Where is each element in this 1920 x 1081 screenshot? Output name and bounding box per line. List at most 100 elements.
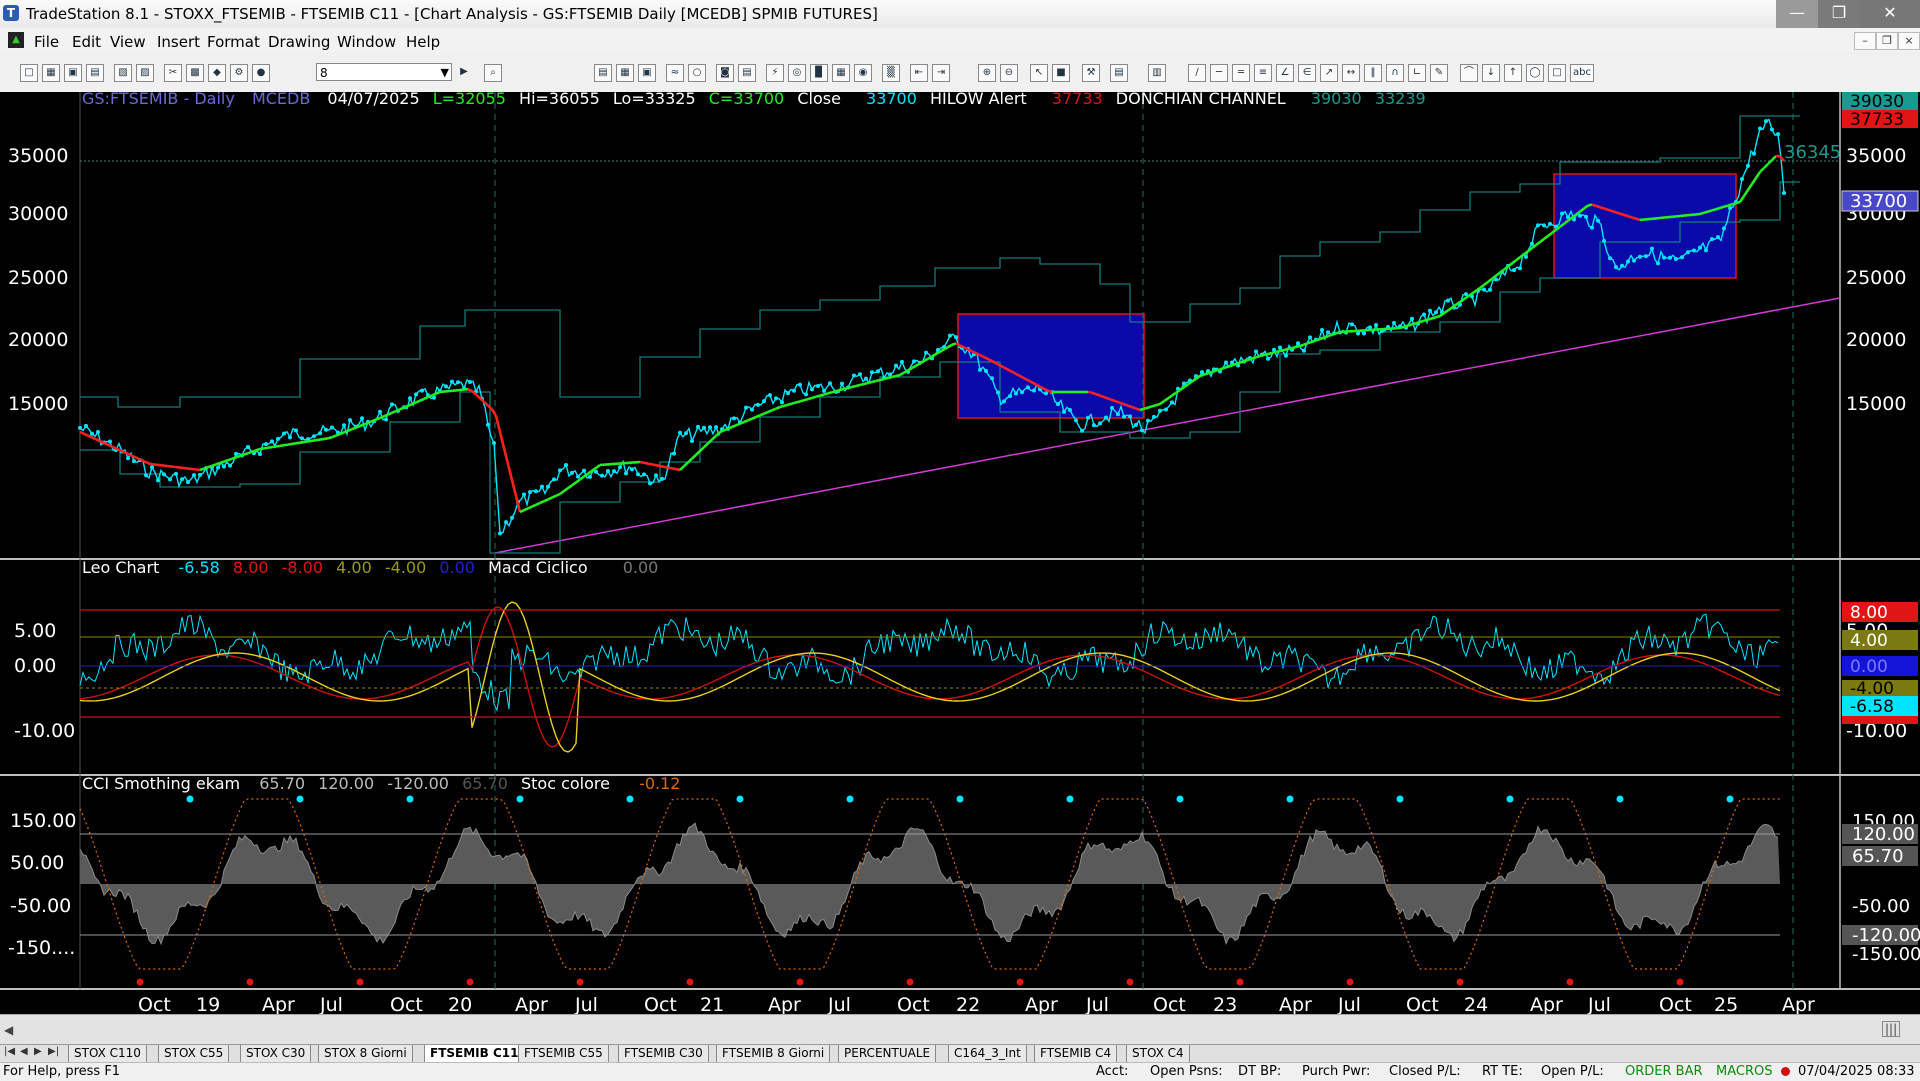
- channel-icon[interactable]: ═: [1232, 64, 1250, 82]
- order-bar-button[interactable]: ORDER BAR: [1625, 1063, 1703, 1081]
- tab-prev-icon[interactable]: ◀: [20, 1046, 28, 1057]
- menu-insert[interactable]: Insert: [157, 33, 200, 51]
- fibonacci-icon[interactable]: ≡: [1254, 64, 1272, 82]
- menu-edit[interactable]: Edit: [72, 33, 101, 51]
- table-icon[interactable]: ▣: [638, 64, 656, 82]
- gann-icon[interactable]: ∠: [1276, 64, 1294, 82]
- zoom-in-icon[interactable]: ⊕: [978, 64, 996, 82]
- tab-ftsemib-8-giorni[interactable]: FTSEMIB 8 Giorni: [716, 1045, 830, 1062]
- chart-layout-icon[interactable]: ▤: [594, 64, 612, 82]
- cycle-icon[interactable]: ∩: [1386, 64, 1404, 82]
- extend-icon[interactable]: ↔: [1342, 64, 1360, 82]
- mdi-minimize-icon[interactable]: –: [1854, 32, 1876, 50]
- format-icon[interactable]: ▤: [1110, 64, 1128, 82]
- save-all-icon[interactable]: ▤: [86, 64, 104, 82]
- price-bar: [1134, 423, 1138, 427]
- pan-right-icon[interactable]: ⇥: [932, 64, 950, 82]
- new-icon[interactable]: □: [20, 64, 38, 82]
- tradestation-app-icon[interactable]: T: [3, 5, 19, 21]
- tab-ftsemib-c4[interactable]: FTSEMIB C4: [1034, 1045, 1117, 1062]
- window-icon[interactable]: ▤: [738, 64, 756, 82]
- price-bar: [360, 416, 364, 420]
- close-icon[interactable]: ✕: [1860, 0, 1920, 28]
- tab-stox-c55[interactable]: STOX C55: [158, 1045, 229, 1062]
- tab-stox-8-giorni[interactable]: STOX 8 Giorni: [318, 1045, 413, 1062]
- minimize-icon[interactable]: —: [1776, 0, 1818, 28]
- play-arrow-icon[interactable]: ▶: [456, 64, 472, 80]
- tab-next-icon[interactable]: ▶: [34, 1046, 42, 1057]
- print-preview-icon[interactable]: ▨: [136, 64, 154, 82]
- pencil-icon[interactable]: ✎: [1430, 64, 1448, 82]
- zoom-out-icon[interactable]: ⊖: [1000, 64, 1018, 82]
- macros-button[interactable]: MACROS: [1716, 1063, 1772, 1081]
- ellipse-icon[interactable]: ◯: [1526, 64, 1544, 82]
- cut-icon[interactable]: ✂: [164, 64, 182, 82]
- bar-chart-icon[interactable]: ▉: [810, 64, 828, 82]
- scanner-icon[interactable]: ◎: [788, 64, 806, 82]
- menu-file[interactable]: File: [34, 33, 59, 51]
- rectangle-icon[interactable]: □: [1548, 64, 1566, 82]
- menu-view[interactable]: View: [110, 33, 146, 51]
- tab-stox-c110[interactable]: STOX C110: [68, 1045, 147, 1062]
- tab-first-icon[interactable]: |◀: [4, 1046, 15, 1057]
- tab-last-icon[interactable]: ▶|: [48, 1046, 59, 1057]
- tool-icon[interactable]: ⚒: [1082, 64, 1100, 82]
- price-bar: [1128, 414, 1132, 418]
- mdi-close-icon[interactable]: ×: [1898, 32, 1920, 50]
- tab-ftsemib-c55[interactable]: FTSEMIB C55: [518, 1045, 609, 1062]
- chart-scrollbar[interactable]: ◀ |||: [0, 1014, 1920, 1045]
- data-window-icon[interactable]: ▥: [1148, 64, 1166, 82]
- pointer-icon[interactable]: ↖: [1030, 64, 1048, 82]
- chart-canvas[interactable]: 35000 30000 25000 20000 15000 35000 3000…: [0, 92, 1920, 1014]
- tab-ftsemib-c11[interactable]: FTSEMIB C11: [424, 1045, 524, 1062]
- arrow-up-icon[interactable]: ↑: [1504, 64, 1522, 82]
- open-icon[interactable]: ▦: [42, 64, 60, 82]
- grid-icon[interactable]: ▦: [616, 64, 634, 82]
- macd-value: 0.00: [623, 558, 659, 577]
- menu-window[interactable]: Window: [337, 33, 396, 51]
- tab-stox-c30[interactable]: STOX C30: [240, 1045, 311, 1062]
- menu-format[interactable]: Format: [207, 33, 260, 51]
- menu-drawing[interactable]: Drawing: [268, 33, 330, 51]
- indicator-icon[interactable]: ≈: [666, 64, 684, 82]
- chart-window-icon[interactable]: ▲: [8, 32, 24, 48]
- properties-icon[interactable]: ⚙: [230, 64, 248, 82]
- arc-icon[interactable]: ⌒: [1460, 64, 1478, 82]
- zoom-tool-icon[interactable]: ⌕: [484, 64, 502, 82]
- scroll-left-icon[interactable]: ◀: [4, 1023, 13, 1037]
- alert-icon[interactable]: ⚡: [766, 64, 784, 82]
- maximize-icon[interactable]: ❐: [1818, 0, 1860, 28]
- tab-percentuale[interactable]: PERCENTUALE: [838, 1045, 936, 1062]
- bars-icon[interactable]: ▒: [882, 64, 900, 82]
- price-bar: [1746, 164, 1750, 168]
- print-icon[interactable]: ▧: [114, 64, 132, 82]
- tab-c164-3-int[interactable]: C164_3_Int: [948, 1045, 1027, 1062]
- arrow-line-icon[interactable]: ↗: [1320, 64, 1338, 82]
- color-icon[interactable]: ●: [252, 64, 270, 82]
- text-tool-icon[interactable]: abc: [1570, 64, 1594, 82]
- arrow-down-icon[interactable]: ↓: [1482, 64, 1500, 82]
- save-icon[interactable]: ▣: [64, 64, 82, 82]
- order-icon[interactable]: ■: [1052, 64, 1070, 82]
- speed-lines-icon[interactable]: ∟: [1408, 64, 1426, 82]
- tab-ftsemib-c30[interactable]: FTSEMIB C30: [618, 1045, 709, 1062]
- andrews-icon[interactable]: ∈: [1298, 64, 1316, 82]
- tab-stox-c4[interactable]: STOX C4: [1126, 1045, 1190, 1062]
- lock-icon[interactable]: ◆: [208, 64, 226, 82]
- menu-help[interactable]: Help: [406, 33, 440, 51]
- copy-icon[interactable]: ▩: [186, 64, 204, 82]
- bar-spacing-combo[interactable]: 8▼: [316, 63, 452, 81]
- link-icon[interactable]: ◙: [716, 64, 734, 82]
- parallel-icon[interactable]: ‖: [1364, 64, 1382, 82]
- scroll-bars-icon[interactable]: |||: [1882, 1021, 1900, 1037]
- horizontal-line-icon[interactable]: ─: [1210, 64, 1228, 82]
- strategy-icon[interactable]: ○: [688, 64, 706, 82]
- mdi-restore-icon[interactable]: ❐: [1876, 32, 1898, 50]
- radar-icon[interactable]: ◉: [854, 64, 872, 82]
- osc-val: 0.00: [439, 558, 475, 577]
- chart-analysis-window[interactable]: 35000 30000 25000 20000 15000 35000 3000…: [0, 92, 1920, 1014]
- trendline-icon[interactable]: ∕: [1188, 64, 1206, 82]
- chevron-down-icon[interactable]: ▼: [441, 64, 449, 82]
- matrix-icon[interactable]: ▦: [832, 64, 850, 82]
- pan-left-icon[interactable]: ⇤: [910, 64, 928, 82]
